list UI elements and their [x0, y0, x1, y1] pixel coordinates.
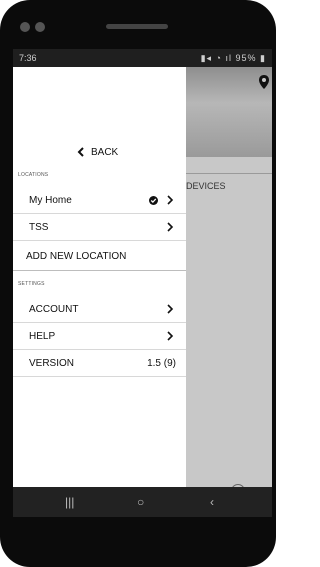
- phone-frame: 7:36 ▮◂ ◔ ıl 95% ▮ DEVICES BACK LOCATION…: [0, 0, 276, 567]
- chevron-left-icon: [77, 147, 84, 157]
- location-label: My Home: [29, 194, 72, 206]
- settings-item-actions: [164, 303, 176, 315]
- android-nav-bar: ||| ○ ‹: [13, 487, 272, 517]
- chevron-right-icon: [167, 195, 174, 205]
- add-location-label: ADD NEW LOCATION: [26, 250, 127, 262]
- settings-item-help[interactable]: HELP: [13, 323, 186, 350]
- status-bar: 7:36 ▮◂ ◔ ıl 95% ▮: [13, 49, 272, 67]
- location-item-tss[interactable]: TSS: [13, 214, 186, 241]
- version-value: 1.5 (9): [147, 357, 176, 369]
- settings-item-account[interactable]: ACCOUNT: [13, 296, 186, 323]
- settings-label: HELP: [29, 330, 56, 342]
- sensor-dot: [35, 22, 45, 32]
- screen: 7:36 ▮◂ ◔ ıl 95% ▮ DEVICES BACK LOCATION…: [13, 49, 272, 517]
- settings-label: ACCOUNT: [29, 303, 79, 315]
- chevron-right-icon: [167, 222, 174, 232]
- settings-item-version: VERSION 1.5 (9): [13, 350, 186, 377]
- battery-percent: 95%: [235, 53, 257, 63]
- chevron-right-icon: [167, 331, 174, 341]
- navigation-drawer: BACK LOCATIONS My Home TSS ADD NEW LOCAT…: [13, 67, 186, 487]
- back-nav-icon[interactable]: ‹: [210, 495, 214, 509]
- location-item-actions: [164, 221, 176, 233]
- location-label: TSS: [29, 221, 49, 233]
- location-item-my-home[interactable]: My Home: [13, 187, 186, 214]
- home-icon[interactable]: ○: [137, 495, 144, 509]
- back-button[interactable]: BACK: [75, 145, 118, 159]
- locations-section-label: LOCATIONS: [18, 172, 49, 178]
- sensor-dot: [20, 22, 30, 32]
- status-icons: ▮◂ ◔ ıl 95% ▮: [201, 53, 266, 64]
- location-item-actions: [149, 194, 176, 206]
- settings-item-actions: [164, 330, 176, 342]
- background-divider: [183, 173, 272, 174]
- recent-apps-icon[interactable]: |||: [65, 495, 74, 509]
- battery-icon: ▮: [260, 53, 266, 63]
- devices-label: DEVICES: [186, 181, 226, 191]
- chevron-right-icon: [167, 304, 174, 314]
- speaker-grille: [106, 24, 168, 29]
- signal-icon: ▮◂ ◔ ıl: [200, 53, 232, 63]
- front-sensors: [20, 22, 45, 32]
- back-label: BACK: [91, 146, 119, 158]
- selected-check-icon: [149, 195, 158, 205]
- status-time: 7:36: [19, 53, 37, 63]
- add-new-location-button[interactable]: ADD NEW LOCATION: [13, 242, 186, 271]
- settings-section-label: SETTINGS: [18, 281, 45, 287]
- map-pin-icon: [259, 75, 269, 89]
- version-label: VERSION: [29, 357, 75, 369]
